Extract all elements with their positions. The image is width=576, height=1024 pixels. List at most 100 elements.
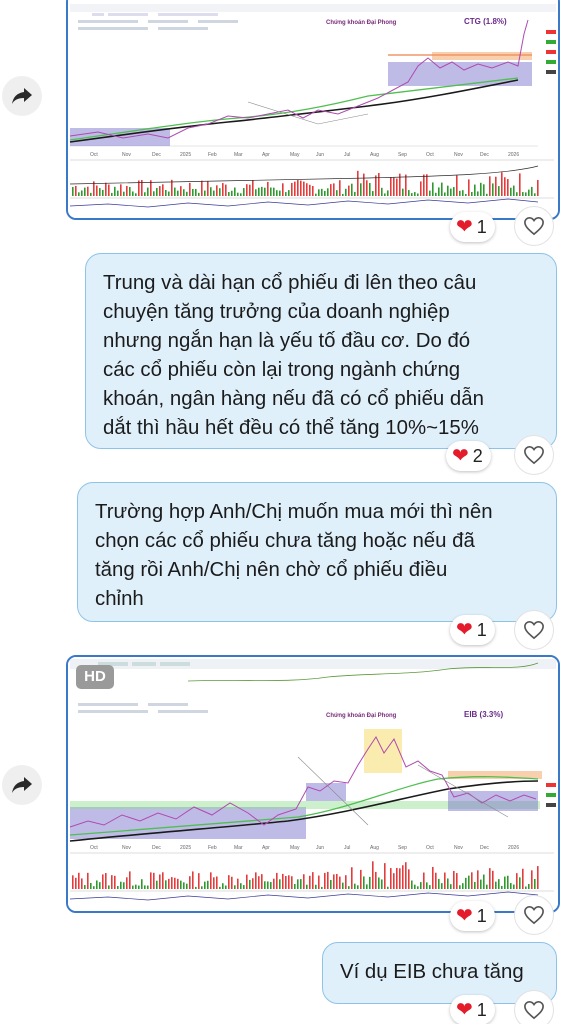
text-message-2[interactable]: Trường hợp Anh/Chị muốn mua mới thì nên …: [77, 482, 557, 622]
volume-bar: [534, 878, 536, 889]
volume-bar: [129, 186, 131, 196]
volume-bar: [330, 184, 332, 196]
volume-bar: [219, 886, 221, 889]
volume-bar: [474, 184, 476, 196]
volume-bar: [351, 183, 353, 196]
reaction-badge-2[interactable]: ❤ 2: [446, 441, 491, 471]
chart-ticker-label: EIB (3.3%): [464, 710, 503, 719]
volume-bar: [360, 869, 362, 889]
forward-button-1[interactable]: [2, 76, 42, 116]
month-tick-ctg-15: Dec: [480, 152, 489, 158]
volume-bar: [477, 191, 479, 196]
month-tick-ctg-3: Dec: [152, 152, 161, 158]
volume-bar: [315, 884, 317, 889]
volume-bar: [318, 875, 320, 889]
volume-bar: [465, 193, 467, 196]
volume-bar: [321, 188, 323, 196]
volume-bar: [276, 872, 278, 889]
volume-bar: [531, 186, 533, 196]
volume-bar: [258, 187, 260, 196]
volume-bar: [201, 180, 203, 196]
like-button-4[interactable]: [514, 895, 554, 935]
volume-bar: [525, 192, 527, 196]
volume-bar: [129, 871, 131, 889]
forward-button-2[interactable]: [2, 765, 42, 805]
heart-reaction-icon: ❤: [452, 445, 469, 467]
volume-bar: [303, 874, 305, 889]
volume-bar: [477, 870, 479, 889]
volume-bar: [420, 181, 422, 196]
volume-bar: [363, 173, 365, 196]
text-message-1[interactable]: Trung và dài hạn cổ phiếu đi lên theo câ…: [85, 253, 557, 449]
volume-bar: [492, 870, 494, 889]
volume-bar: [279, 190, 281, 196]
volume-bar: [273, 878, 275, 889]
volume-bar: [216, 185, 218, 196]
volume-bar: [330, 879, 332, 889]
volume-bar: [378, 877, 380, 889]
volume-bar: [405, 174, 407, 196]
volume-bar: [282, 873, 284, 889]
chart-watermark: Chứng khoán Đại Phong: [326, 713, 397, 719]
like-button-1[interactable]: [514, 206, 554, 246]
volume-bar: [459, 885, 461, 889]
volume-bar: [153, 191, 155, 196]
reaction-badge-4[interactable]: ❤ 1: [450, 901, 495, 931]
volume-bar: [108, 184, 110, 196]
volume-bar: [501, 885, 503, 889]
volume-bar: [243, 885, 245, 889]
month-tick-ctg-5: Feb: [208, 152, 217, 158]
volume-bar: [468, 179, 470, 196]
month-tick-ctg-16: 2026: [508, 152, 519, 158]
message-line: các cổ phiếu còn lại trong ngành chứng: [103, 359, 461, 381]
volume-bar: [147, 885, 149, 889]
volume-bar: [243, 188, 245, 196]
volume-bar: [378, 173, 380, 196]
volume-bar: [168, 191, 170, 196]
volume-bar: [387, 190, 389, 196]
volume-bar: [375, 175, 377, 196]
reaction-badge-1[interactable]: ❤ 1: [450, 212, 495, 242]
reaction-badge-5[interactable]: ❤ 1: [450, 995, 495, 1024]
share-forward-icon: [12, 777, 32, 793]
volume-bar: [195, 886, 197, 889]
like-button-2[interactable]: [514, 435, 554, 475]
volume-bar: [369, 876, 371, 889]
volume-bar: [111, 192, 113, 196]
volume-bar: [447, 878, 449, 889]
volume-bar: [246, 184, 248, 196]
month-tick-eib-1: Oct: [90, 845, 98, 851]
volume-bar: [198, 192, 200, 196]
volume-bar: [192, 871, 194, 889]
volume-bar: [429, 190, 431, 196]
volume-bar: [117, 190, 119, 196]
volume-bar: [399, 868, 401, 889]
volume-bar: [393, 873, 395, 889]
volume-bar: [87, 872, 89, 889]
volume-bar: [231, 190, 233, 196]
volume-bar: [159, 874, 161, 889]
volume-bar: [294, 181, 296, 196]
volume-bar: [117, 886, 119, 889]
image-message-ctg[interactable]: Chứng khoán Đại Phong CTG (1.8%) Oct Nov…: [66, 0, 560, 220]
reaction-badge-3[interactable]: ❤ 1: [450, 615, 495, 645]
volume-bar: [108, 885, 110, 889]
volume-bar: [471, 191, 473, 196]
volume-bar: [354, 191, 356, 196]
volume-bar: [498, 879, 500, 889]
volume-bar: [138, 885, 140, 889]
volume-bar: [240, 193, 242, 196]
image-message-eib[interactable]: Chứng khoán Đại Phong EIB (3.3%) Oct Nov…: [66, 655, 560, 913]
volume-bar: [345, 875, 347, 889]
volume-bar: [174, 187, 176, 196]
like-button-3[interactable]: [514, 610, 554, 650]
like-button-5[interactable]: [514, 990, 554, 1024]
reaction-count: 2: [472, 445, 483, 466]
volume-bar: [114, 186, 116, 196]
volume-bar: [291, 876, 293, 889]
volume-bar: [156, 187, 158, 196]
eib-chart-image: Chứng khoán Đại Phong EIB (3.3%) Oct Nov…: [68, 657, 558, 911]
volume-bar: [174, 877, 176, 889]
volume-bar: [114, 875, 116, 889]
heart-outline-icon: [524, 1000, 544, 1020]
